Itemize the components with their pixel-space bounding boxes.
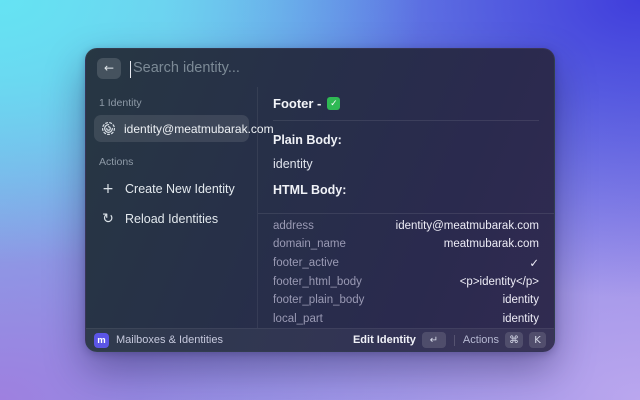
return-key-badge: ↵: [421, 332, 446, 348]
table-row: footer_plain_body identity: [273, 291, 539, 310]
meta-value: identity@meatmubarak.com: [395, 219, 539, 232]
back-button[interactable]: ←: [97, 57, 121, 79]
meta-value: identity: [502, 294, 539, 307]
checkbox-checked-icon: ✓: [327, 97, 341, 110]
action-label: Create New Identity: [125, 182, 235, 196]
search-bar: ←: [86, 49, 554, 87]
actions-section-label: Actions: [99, 156, 134, 168]
sidebar-item-reload-identities[interactable]: ↻ Reload Identities: [94, 204, 249, 234]
text-caret: [130, 61, 131, 78]
detail-title-text: Footer -: [273, 96, 322, 111]
meta-value: <p>identity</p>: [459, 275, 539, 288]
metadata-table: address identity@meatmubarak.com domain_…: [258, 213, 554, 328]
meta-key: footer_plain_body: [273, 294, 365, 307]
plus-icon: +: [102, 181, 114, 197]
table-row: address identity@meatmubarak.com: [273, 216, 539, 235]
meta-key: local_part: [273, 312, 323, 325]
reload-icon: ↻: [102, 211, 114, 227]
divider: [273, 120, 539, 121]
status-bar: m Mailboxes & Identities Edit Identity ↵…: [86, 328, 554, 351]
meta-value: identity: [502, 312, 539, 325]
plain-body-label: Plain Body:: [273, 133, 342, 147]
action-label: Reload Identities: [125, 212, 219, 226]
detail-panel: Footer - ✓ Plain Body: identity HTML Bod…: [258, 87, 554, 328]
meta-key: footer_active: [273, 256, 339, 269]
table-row: local_part identity: [273, 309, 539, 328]
checkmark-icon: ✓: [529, 257, 539, 270]
sidebar: 1 Identity identity@meatmubarak.com Acti…: [86, 87, 274, 328]
k-key-badge: K: [529, 332, 546, 348]
table-row: footer_active ✓: [273, 254, 539, 273]
edit-identity-button[interactable]: Edit Identity: [353, 334, 416, 346]
html-body-label: HTML Body:: [273, 183, 347, 197]
app-logo-icon: m: [94, 332, 109, 348]
search-input[interactable]: [130, 60, 543, 76]
identity-item-label: identity@meatmubarak.com: [124, 121, 274, 136]
detail-title: Footer - ✓: [273, 96, 539, 111]
meta-value: meatmubarak.com: [443, 238, 539, 251]
meta-key: address: [273, 219, 314, 232]
identity-swirl-icon: [101, 121, 116, 136]
plain-body-value: identity: [273, 157, 313, 171]
sidebar-item-create-new-identity[interactable]: + Create New Identity: [94, 174, 249, 204]
launcher-window: ← 1 Identity identity@meatmubarak.com Ac…: [85, 48, 555, 352]
identities-section-label: 1 Identity: [99, 97, 142, 109]
app-label: Mailboxes & Identities: [116, 334, 223, 346]
table-row: domain_name meatmubarak.com: [273, 235, 539, 254]
meta-key: domain_name: [273, 238, 346, 251]
table-row: footer_html_body <p>identity</p>: [273, 272, 539, 291]
divider: [453, 334, 455, 346]
sidebar-item-identity[interactable]: identity@meatmubarak.com: [94, 115, 274, 142]
command-key-badge: ⌘: [505, 332, 523, 348]
meta-key: footer_html_body: [273, 275, 362, 288]
actions-menu-button[interactable]: Actions: [463, 334, 499, 346]
